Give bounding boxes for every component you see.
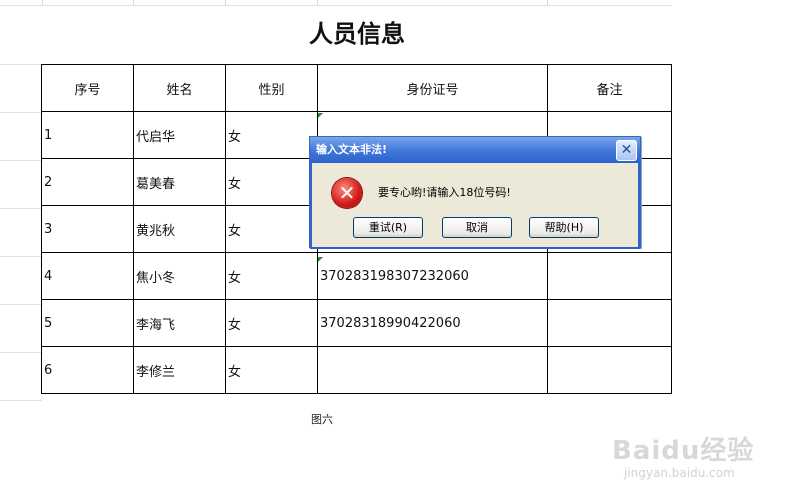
grid-col-line bbox=[317, 0, 318, 5]
cell-no[interactable]: 6 bbox=[41, 346, 134, 394]
cell-no[interactable]: 2 bbox=[41, 158, 134, 206]
cell-gender[interactable]: 女 bbox=[225, 158, 318, 206]
cell-no[interactable]: 4 bbox=[41, 252, 134, 300]
cell-id[interactable]: 370283198307232060 bbox=[317, 252, 548, 300]
baidu-watermark: Baidu经验 bbox=[612, 436, 755, 466]
text-format-indicator bbox=[318, 257, 323, 262]
dialog-message: 要专心哟!请输入18位号码! bbox=[378, 186, 511, 199]
cell-name[interactable]: 代启华 bbox=[133, 111, 226, 159]
header-cell-id[interactable]: 身份证号 bbox=[317, 64, 548, 112]
error-icon: ✕ bbox=[332, 178, 362, 208]
row-gridline bbox=[0, 256, 42, 257]
row-gridline bbox=[0, 64, 42, 65]
row-gridline bbox=[0, 208, 42, 209]
cell-gender[interactable]: 女 bbox=[225, 346, 318, 394]
cell-note[interactable] bbox=[547, 252, 672, 300]
cell-note[interactable] bbox=[547, 299, 672, 347]
header-cell-gender[interactable]: 性别 bbox=[225, 64, 318, 112]
header-cell-no[interactable]: 序号 bbox=[41, 64, 134, 112]
sheet-top-gridline bbox=[0, 0, 672, 6]
figure-caption: 图六 bbox=[311, 413, 333, 426]
table-row: 4 焦小冬 女 370283198307232060 bbox=[41, 252, 672, 300]
error-dialog: 输入文本非法! ✕ ✕ 要专心哟!请输入18位号码! 重试(R) 取消 帮助(H… bbox=[309, 136, 641, 249]
header-cell-name[interactable]: 姓名 bbox=[133, 64, 226, 112]
dialog-title: 输入文本非法! bbox=[316, 143, 388, 156]
dialog-titlebar[interactable]: 输入文本非法! ✕ bbox=[310, 137, 640, 163]
row-gridline bbox=[0, 160, 42, 161]
help-button[interactable]: 帮助(H) bbox=[529, 217, 599, 238]
cell-no[interactable]: 1 bbox=[41, 111, 134, 159]
row-gridline bbox=[0, 112, 42, 113]
cell-gender[interactable]: 女 bbox=[225, 299, 318, 347]
text-format-indicator bbox=[318, 113, 323, 118]
header-cell-note[interactable]: 备注 bbox=[547, 64, 672, 112]
grid-col-line bbox=[133, 0, 134, 5]
cell-id[interactable] bbox=[317, 346, 548, 394]
cell-id[interactable]: 37028318990422060 bbox=[317, 299, 548, 347]
cell-name[interactable]: 葛美春 bbox=[133, 158, 226, 206]
cell-no[interactable]: 5 bbox=[41, 299, 134, 347]
close-icon: ✕ bbox=[620, 142, 633, 158]
cell-note[interactable] bbox=[547, 346, 672, 394]
cell-name[interactable]: 黄兆秋 bbox=[133, 205, 226, 253]
table-row: 6 李修兰 女 bbox=[41, 346, 672, 394]
cancel-button[interactable]: 取消 bbox=[442, 217, 512, 238]
retry-button[interactable]: 重试(R) bbox=[353, 217, 423, 238]
cell-name[interactable]: 李海飞 bbox=[133, 299, 226, 347]
dialog-body: ✕ 要专心哟!请输入18位号码! 重试(R) 取消 帮助(H) bbox=[310, 163, 640, 249]
table-row: 5 李海飞 女 37028318990422060 bbox=[41, 299, 672, 347]
cell-gender[interactable]: 女 bbox=[225, 205, 318, 253]
grid-col-line bbox=[42, 0, 43, 5]
grid-col-line bbox=[547, 0, 548, 5]
cell-name[interactable]: 李修兰 bbox=[133, 346, 226, 394]
row-gridline bbox=[0, 352, 42, 353]
cell-no[interactable]: 3 bbox=[41, 205, 134, 253]
cell-name[interactable]: 焦小冬 bbox=[133, 252, 226, 300]
header-row: 序号 姓名 性别 身份证号 备注 bbox=[41, 64, 672, 112]
watermark-url: jingyan.baidu.com bbox=[624, 466, 735, 480]
cell-gender[interactable]: 女 bbox=[225, 111, 318, 159]
close-button[interactable]: ✕ bbox=[616, 140, 637, 161]
cell-gender[interactable]: 女 bbox=[225, 252, 318, 300]
grid-col-line bbox=[225, 0, 226, 5]
row-gridline bbox=[0, 304, 42, 305]
sheet-title[interactable]: 人员信息 bbox=[42, 12, 672, 56]
row-gridline bbox=[0, 400, 42, 401]
